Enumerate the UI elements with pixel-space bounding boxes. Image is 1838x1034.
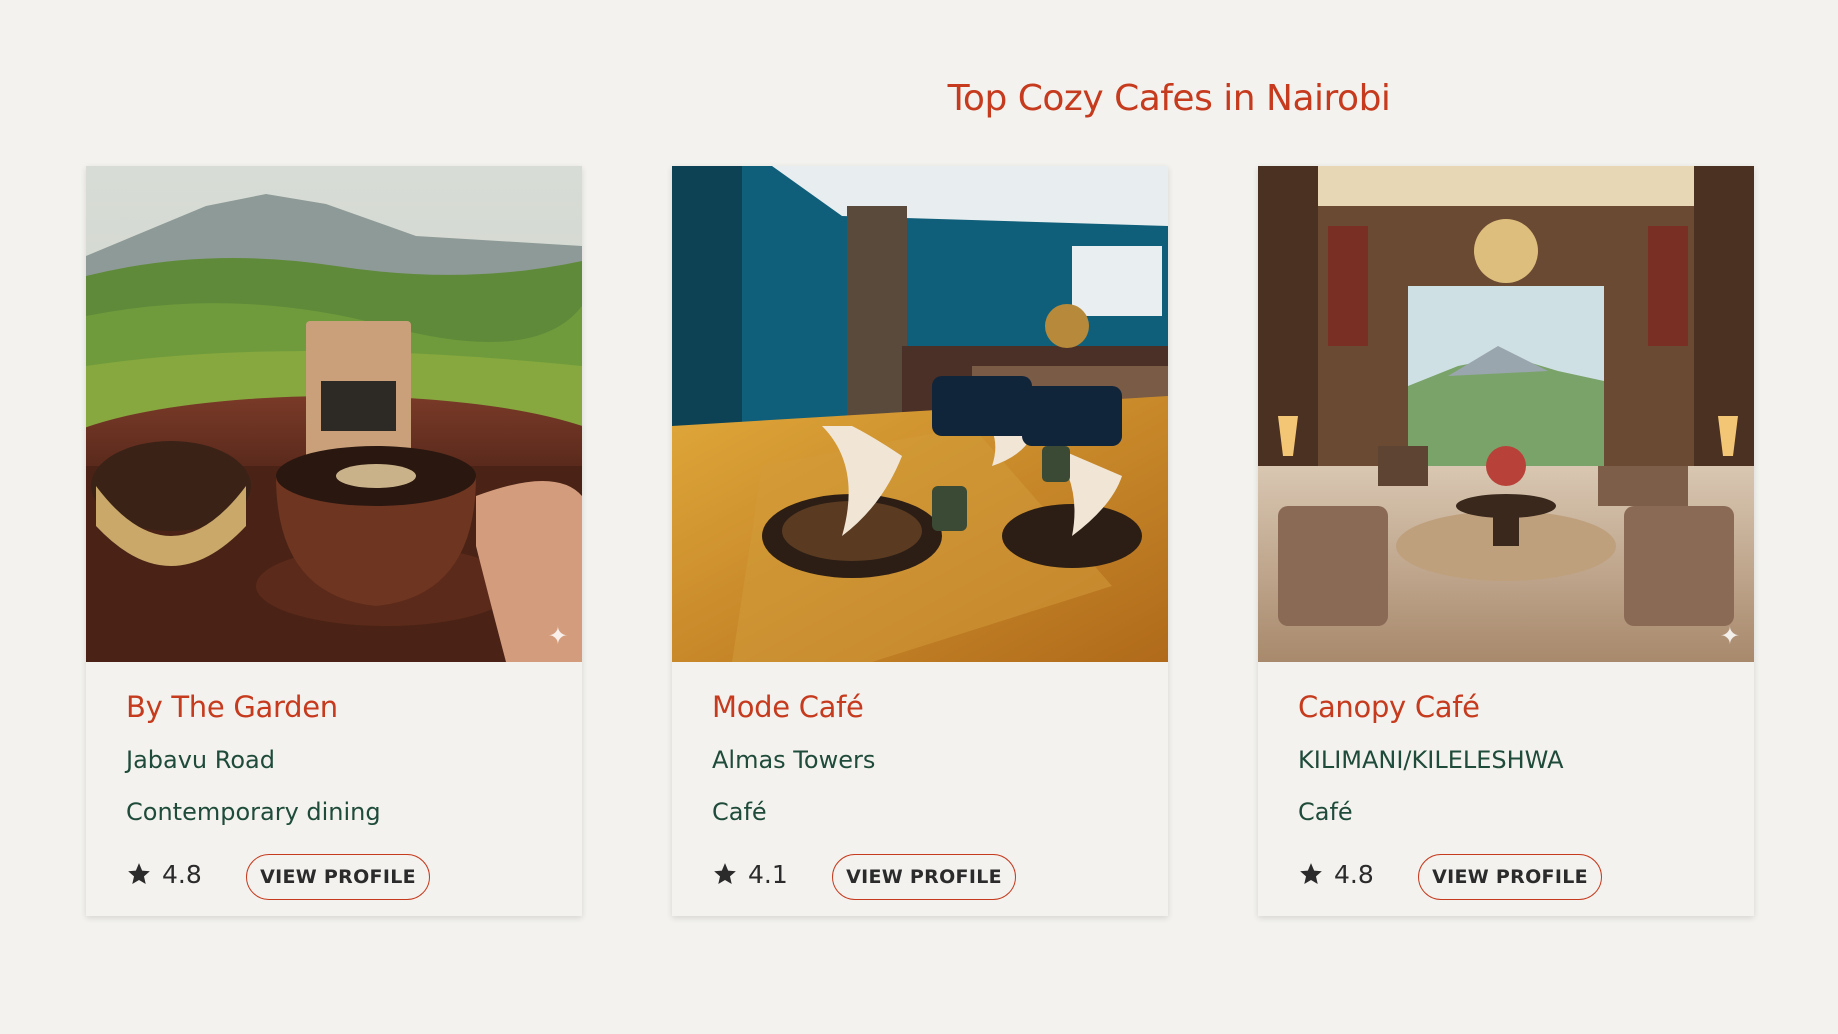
cafe-photo[interactable]: ✦ [86, 166, 582, 662]
cafe-card: Mode Café Almas Towers Café 4.1 VIEW PRO… [672, 166, 1168, 916]
page-title: Top Cozy Cafes in Nairobi [947, 78, 1391, 119]
cafe-location: KILIMANI/KILELESHWA [1298, 746, 1564, 774]
cafe-category: Contemporary dining [126, 798, 381, 826]
view-profile-button[interactable]: VIEW PROFILE [246, 854, 430, 900]
star-icon [714, 863, 736, 884]
cafe-card-list: ✦ By The Garden Jabavu Road Contemporary… [86, 166, 1754, 916]
star-icon [1300, 863, 1322, 884]
rating-value: 4.1 [748, 859, 788, 889]
rating: 4.8 [1298, 860, 1418, 889]
cafe-photo[interactable] [672, 166, 1168, 662]
cafe-name[interactable]: By The Garden [126, 690, 542, 724]
cafe-name[interactable]: Canopy Café [1298, 690, 1714, 724]
cafe-location: Almas Towers [712, 746, 876, 774]
cafe-location: Jabavu Road [126, 746, 275, 774]
view-profile-button[interactable]: VIEW PROFILE [1418, 854, 1602, 900]
sparkle-icon: ✦ [547, 622, 568, 650]
cafe-category: Café [1298, 798, 1353, 826]
cafe-photo[interactable]: ✦ [1258, 166, 1754, 662]
rating-value: 4.8 [1334, 859, 1374, 889]
view-profile-button[interactable]: VIEW PROFILE [832, 854, 1016, 900]
rating-value: 4.8 [162, 859, 202, 889]
star-icon [128, 863, 150, 884]
cafe-card: ✦ By The Garden Jabavu Road Contemporary… [86, 166, 582, 916]
cafe-category: Café [712, 798, 767, 826]
sparkle-icon: ✦ [1719, 622, 1740, 650]
cafe-name[interactable]: Mode Café [712, 690, 1128, 724]
rating: 4.1 [712, 860, 832, 889]
rating: 4.8 [126, 860, 246, 889]
cafe-card: ✦ Canopy Café KILIMANI/KILELESHWA Café 4… [1258, 166, 1754, 916]
